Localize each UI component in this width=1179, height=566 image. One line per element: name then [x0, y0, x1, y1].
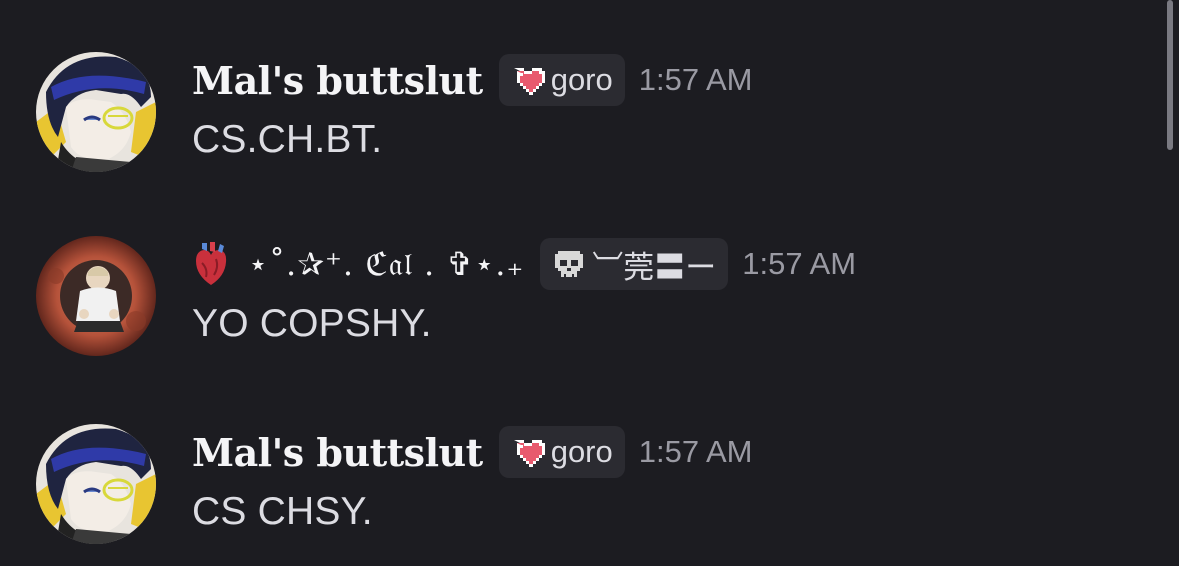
message-header: Mal's buttslut goro 1:57 AM [192, 424, 753, 480]
scrollbar[interactable] [1167, 0, 1173, 150]
user-tag-label: goro [550, 62, 613, 97]
timestamp: 1:57 AM [638, 434, 753, 469]
message-header: ⋆˚.✰⁺. ℭ𝔞𝔩 . ✞⋆.₊ ︺莞〓ー 1:57 AM [192, 236, 856, 292]
avatar[interactable] [36, 52, 156, 172]
user-tag[interactable]: goro [498, 426, 625, 478]
user-tag[interactable]: ︺莞〓ー [540, 238, 729, 290]
message-text: YO COPSHY. [192, 302, 432, 345]
user-tag-label: goro [550, 434, 613, 469]
chat-message-list: Mal's buttslut goro 1:57 AM CS.CH.BT. ⋆˚… [0, 0, 1179, 566]
avatar[interactable] [36, 424, 156, 544]
chat-message: Mal's buttslut goro 1:57 AM CS CHSY. [0, 424, 1140, 554]
anatomical-heart-icon [196, 242, 227, 285]
avatar[interactable] [36, 236, 156, 356]
timestamp: 1:57 AM [638, 62, 753, 97]
skull-icon [555, 251, 584, 277]
user-tag-label: ︺莞〓ー [592, 249, 717, 285]
chat-message: ⋆˚.✰⁺. ℭ𝔞𝔩 . ✞⋆.₊ ︺莞〓ー 1:57 AM YO COPSHY… [0, 236, 1140, 366]
pixel-heart-icon [513, 440, 545, 467]
message-text: CS.CH.BT. [192, 118, 383, 161]
message-header: Mal's buttslut goro 1:57 AM [192, 52, 753, 108]
message-text: CS CHSY. [192, 490, 373, 533]
chat-message: Mal's buttslut goro 1:57 AM CS.CH.BT. [0, 52, 1140, 182]
username[interactable]: Mal's buttslut [192, 430, 483, 475]
pixel-heart-icon [513, 68, 545, 95]
user-tag[interactable]: goro [498, 54, 625, 106]
username[interactable]: Mal's buttslut [192, 58, 483, 103]
username[interactable]: ⋆˚.✰⁺. ℭ𝔞𝔩 . ✞⋆.₊ [248, 245, 524, 284]
timestamp: 1:57 AM [742, 246, 857, 281]
